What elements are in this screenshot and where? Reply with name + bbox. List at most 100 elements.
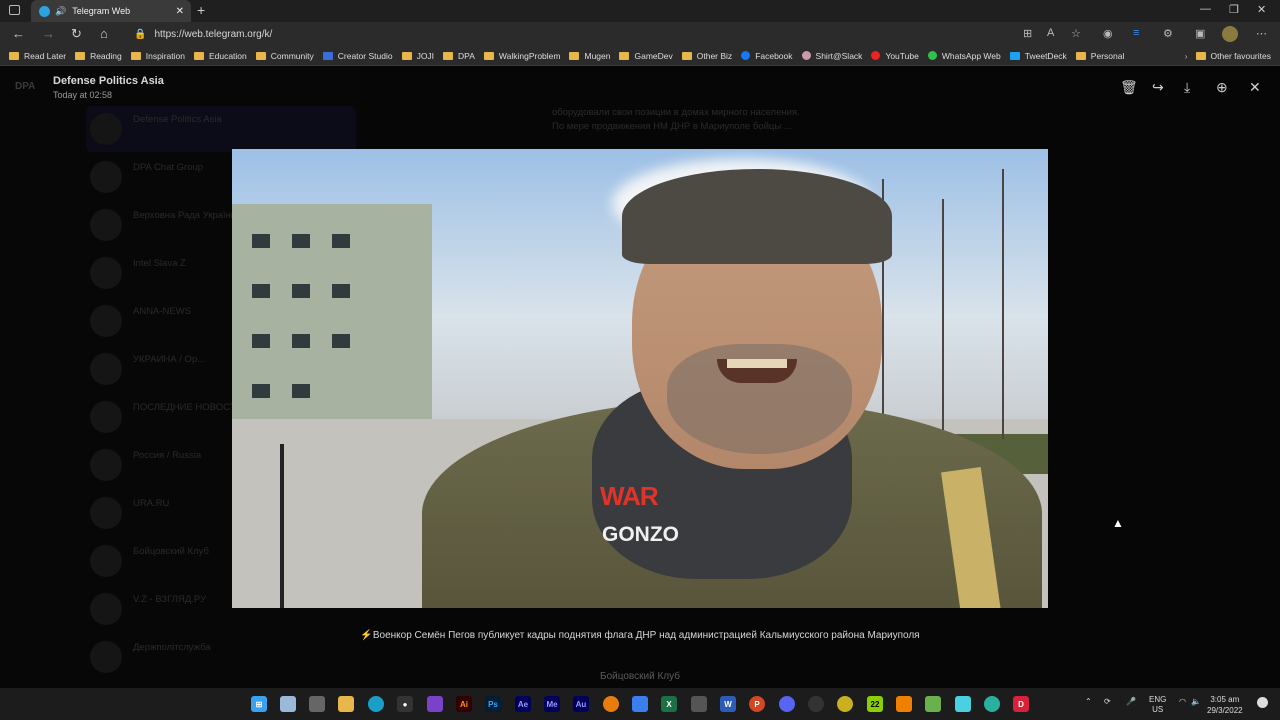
windows-start-icon[interactable]: ⊞ (251, 696, 267, 712)
close-window-button[interactable]: ✕ (1257, 3, 1266, 16)
browser-titlebar: 🔊 Telegram Web ✕ + — ❐ ✕ (0, 0, 1280, 22)
word-icon[interactable]: W (720, 696, 736, 712)
folder-icon[interactable] (338, 696, 354, 712)
illustrator-icon[interactable]: Ai (456, 696, 472, 712)
security-icon[interactable]: ● (397, 696, 413, 712)
mouse-cursor-icon: ▲ (1112, 516, 1124, 530)
bookmark-inspiration[interactable]: Inspiration (130, 51, 185, 61)
bookmark-tweetdeck[interactable]: TweetDeck (1009, 51, 1067, 61)
media-encoder-icon[interactable]: Me (544, 696, 560, 712)
minimize-button[interactable]: — (1200, 3, 1211, 15)
edge-icon[interactable] (368, 696, 384, 712)
bookmark-whatsapp[interactable]: WhatsApp Web (927, 51, 1001, 61)
calculator-icon[interactable] (309, 696, 325, 712)
close-tab-icon[interactable]: ✕ (176, 6, 184, 17)
bookmark-reading[interactable]: Reading (75, 51, 122, 61)
vlc-icon[interactable] (896, 696, 912, 712)
sync-icon[interactable]: ⟳ (1104, 697, 1111, 706)
maximize-button[interactable]: ❐ (1229, 3, 1239, 16)
folder-icon (75, 51, 86, 60)
word-app-icon[interactable] (691, 696, 707, 712)
chevron-up-icon[interactable]: ⌃ (1085, 697, 1092, 706)
powerpoint-icon[interactable]: P (749, 696, 765, 712)
favourite-star-icon[interactable]: ☆ (1071, 27, 1081, 40)
download-icon[interactable]: ⤓ (1184, 79, 1190, 96)
bookmark-facebook[interactable]: Facebook (741, 51, 793, 61)
language-indicator[interactable]: ENG US (1149, 695, 1166, 715)
bookmark-mugen[interactable]: Mugen (569, 51, 610, 61)
channel-logo[interactable]: DPA (15, 81, 35, 92)
lock-icon[interactable]: 🔒 (134, 29, 146, 40)
blender-icon[interactable] (603, 696, 619, 712)
delete-icon[interactable]: 🗑 (1120, 79, 1138, 96)
zoom-icon[interactable]: ⊕ (1216, 79, 1228, 96)
video-building (232, 204, 432, 444)
chevron-right-icon[interactable]: › (1185, 51, 1188, 61)
globe-icon[interactable] (984, 696, 1000, 712)
home-icon[interactable]: ⌂ (100, 26, 108, 41)
22-app-icon[interactable]: 22 (867, 696, 883, 712)
watermark-war: WAR (600, 481, 659, 511)
refresh-icon[interactable]: ↻ (71, 26, 82, 42)
bookmark-other-favourites[interactable]: Other favourites (1195, 51, 1271, 61)
media-source[interactable]: Бойцовский Клуб (560, 671, 720, 682)
bookmark-other-biz[interactable]: Other Biz (681, 51, 732, 61)
profile-avatar[interactable] (1222, 26, 1238, 42)
bookmark-walkingproblem[interactable]: WalkingProblem (483, 51, 560, 61)
collections-icon[interactable]: ▣ (1195, 27, 1205, 40)
media-viewer-header: DPA Defense Politics Asia Today at 02:58… (0, 66, 1280, 110)
bookmark-creator-studio[interactable]: Creator Studio (322, 51, 393, 61)
new-tab-button[interactable]: + (197, 2, 205, 18)
bookmark-personal[interactable]: Personal (1075, 51, 1124, 61)
bookmark-education[interactable]: Education (193, 51, 247, 61)
speaker-icon[interactable]: 🔊 (55, 6, 66, 17)
bookmark-slack[interactable]: Shirt@Slack (801, 51, 862, 61)
audition-icon[interactable]: Au (573, 696, 589, 712)
wifi-icon[interactable]: ◠ (1179, 697, 1186, 706)
channel-name[interactable]: Defense Politics Asia (53, 75, 164, 87)
app-icon[interactable] (837, 696, 853, 712)
read-aloud-icon[interactable]: A (1047, 27, 1054, 39)
explorer-icon[interactable] (280, 696, 296, 712)
volume-icon[interactable]: 🔈 (1191, 697, 1201, 706)
chat-item[interactable]: Держполітслужба (86, 634, 356, 680)
bookmark-youtube[interactable]: YouTube (871, 51, 919, 61)
bookmark-community[interactable]: Community (255, 51, 314, 61)
d-app-icon[interactable]: D (1013, 696, 1029, 712)
forward-icon[interactable]: → (42, 26, 55, 41)
chat-item[interactable]: Defense Politics Asia (86, 106, 356, 152)
address-bar[interactable]: 🔒 https://web.telegram.org/k/ (134, 24, 1014, 44)
notepad-icon[interactable] (925, 696, 941, 712)
notes-icon[interactable] (955, 696, 971, 712)
excel-icon[interactable]: X (661, 696, 677, 712)
back-icon[interactable]: ← (12, 26, 25, 41)
close-icon[interactable]: ✕ (1249, 79, 1261, 96)
docs-icon[interactable] (632, 696, 648, 712)
folder-icon (9, 51, 19, 60)
app-available-icon[interactable]: ⊞ (1023, 27, 1032, 40)
tab-actions-icon[interactable] (9, 5, 20, 15)
extension-list-icon[interactable]: ≡ (1133, 27, 1139, 39)
bookmark-gamedev[interactable]: GameDev (619, 51, 673, 61)
microphone-icon[interactable]: 🎤 (1126, 697, 1136, 706)
bookmark-dpa[interactable]: DPA (443, 51, 475, 61)
facebook-icon (741, 51, 751, 60)
bookmark-joji[interactable]: JOJI (401, 51, 434, 61)
bookmark-read-later[interactable]: Read Later (9, 51, 66, 61)
avatar (90, 305, 122, 337)
forward-icon[interactable]: ↪ (1152, 79, 1164, 96)
photoshop-icon[interactable]: Ps (485, 696, 501, 712)
video-player[interactable]: WAR GONZO (232, 149, 1048, 608)
clock[interactable]: 3:05 am 29/3/2022 (1207, 694, 1243, 716)
discord-icon[interactable] (779, 696, 795, 712)
after-effects-icon[interactable]: Ae (515, 696, 531, 712)
extension-icon[interactable]: ◉ (1103, 27, 1113, 40)
browser-navbar: ← → ↻ ⌂ 🔒 https://web.telegram.org/k/ ⊞ … (0, 22, 1280, 46)
extensions-puzzle-icon[interactable]: ⚙ (1163, 27, 1173, 40)
obs-icon[interactable] (808, 696, 824, 712)
browser-tab[interactable]: 🔊 Telegram Web ✕ (31, 0, 191, 22)
visual-studio-icon[interactable] (427, 696, 443, 712)
more-menu-icon[interactable]: ⋯ (1256, 27, 1267, 40)
notification-icon[interactable] (1257, 697, 1268, 708)
person-teeth (727, 359, 787, 368)
